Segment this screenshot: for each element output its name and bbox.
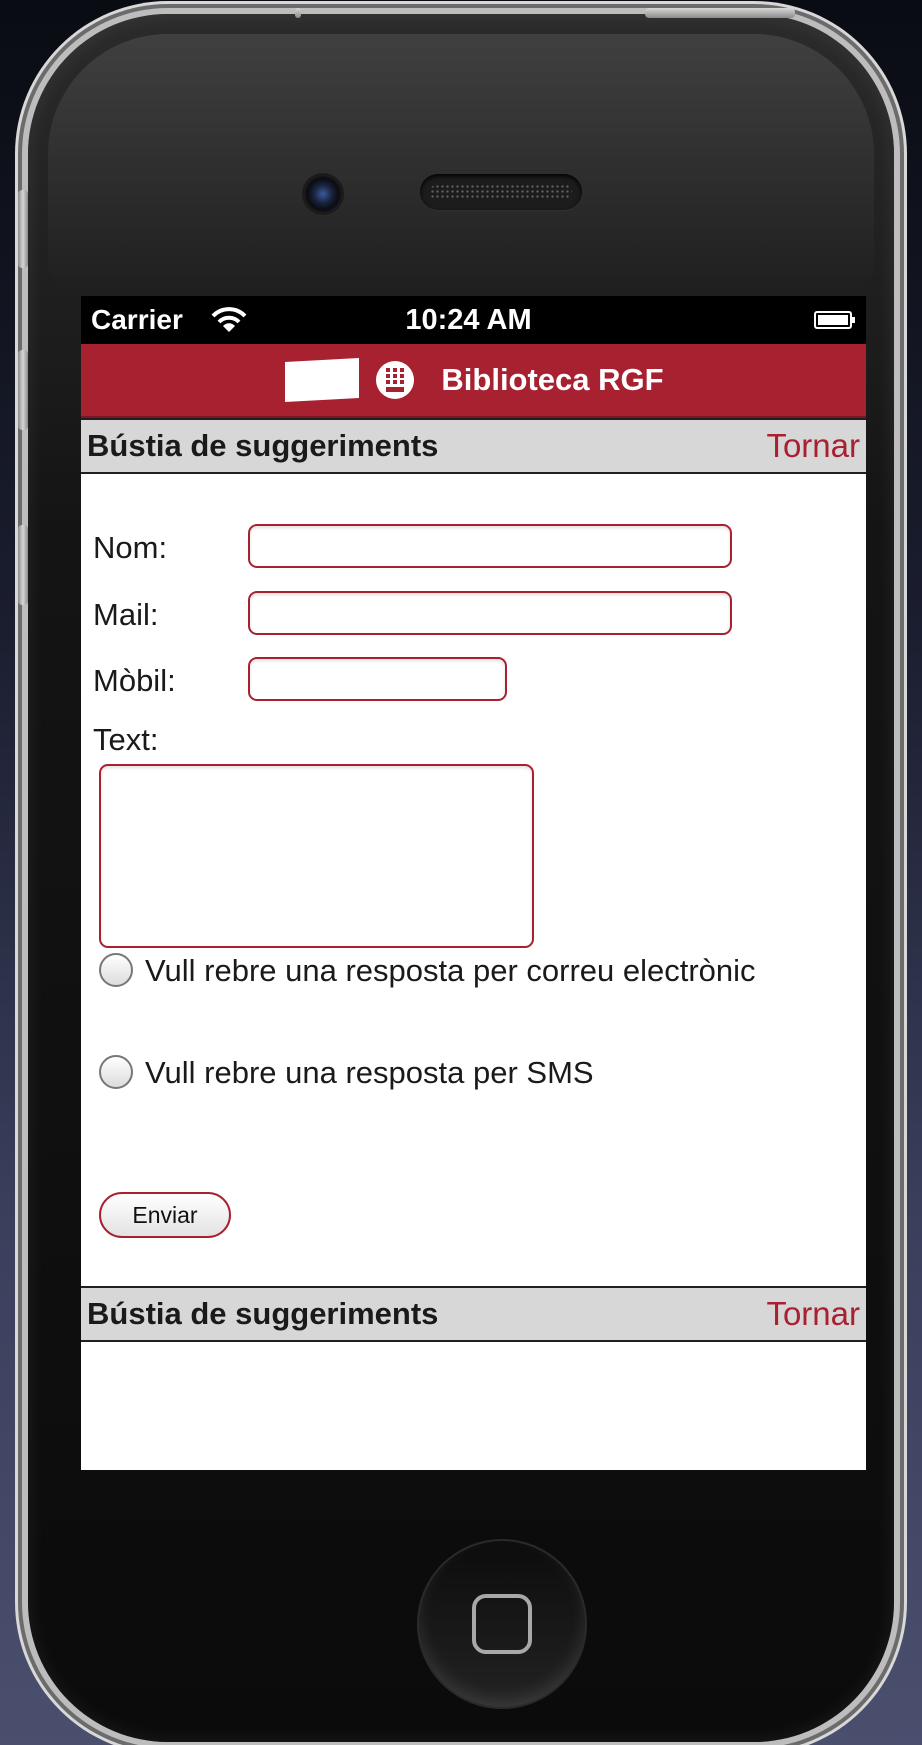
section-header: Bústia de suggeriments Tornar [81,418,866,474]
footer-section-title: Bústia de suggeriments [87,1296,439,1331]
sms-reply-checkbox[interactable] [99,1054,133,1089]
volume-up-button[interactable] [18,350,28,430]
status-bar: Carrier 10:24 AM [81,296,866,344]
section-title: Bústia de suggeriments [87,428,439,463]
clock: 10:24 AM [405,304,532,336]
earpiece-speaker [420,174,582,210]
email-reply-label: Vull rebre una resposta per correu elect… [145,953,756,988]
phone-gloss [48,34,874,294]
volume-down-button[interactable] [18,525,28,605]
upc-logo-icon [376,361,415,399]
sleep-button[interactable] [645,8,795,18]
battery-icon [814,311,855,329]
app-header: Biblioteca RGF [81,344,866,418]
home-square-icon [472,1594,532,1654]
mail-label: Mail: [93,597,159,632]
text-label: Text: [93,722,159,757]
mobile-input[interactable] [248,657,507,701]
mute-switch[interactable] [18,190,28,268]
sms-reply-option[interactable]: Vull rebre una resposta per SMS [99,1050,846,1096]
text-area[interactable] [99,764,534,948]
front-camera [305,176,341,212]
submit-button[interactable]: Enviar [99,1192,231,1238]
back-link[interactable]: Tornar [766,427,860,465]
mobile-label: Mòbil: [93,663,176,698]
home-button[interactable] [417,1539,587,1709]
email-reply-checkbox[interactable] [99,952,133,987]
sms-reply-label: Vull rebre una resposta per SMS [145,1055,594,1090]
footer-space [81,1342,866,1456]
suggestion-form: Nom: Mail: Mòbil: Text: Vull rebre una r… [81,474,866,1286]
phone-screen: Carrier 10:24 AM Biblioteca RGF Bústia d… [81,296,866,1470]
footer-section-header: Bústia de suggeriments Tornar [81,1286,866,1342]
name-input[interactable] [248,524,732,568]
name-label: Nom: [93,530,168,565]
top-edge-mark [295,8,301,18]
footer-back-link[interactable]: Tornar [766,1295,860,1333]
email-reply-option[interactable]: Vull rebre una resposta per correu elect… [99,948,846,994]
flag-logo-icon [285,358,360,402]
app-title: Biblioteca RGF [441,362,664,397]
mail-input[interactable] [248,591,732,635]
